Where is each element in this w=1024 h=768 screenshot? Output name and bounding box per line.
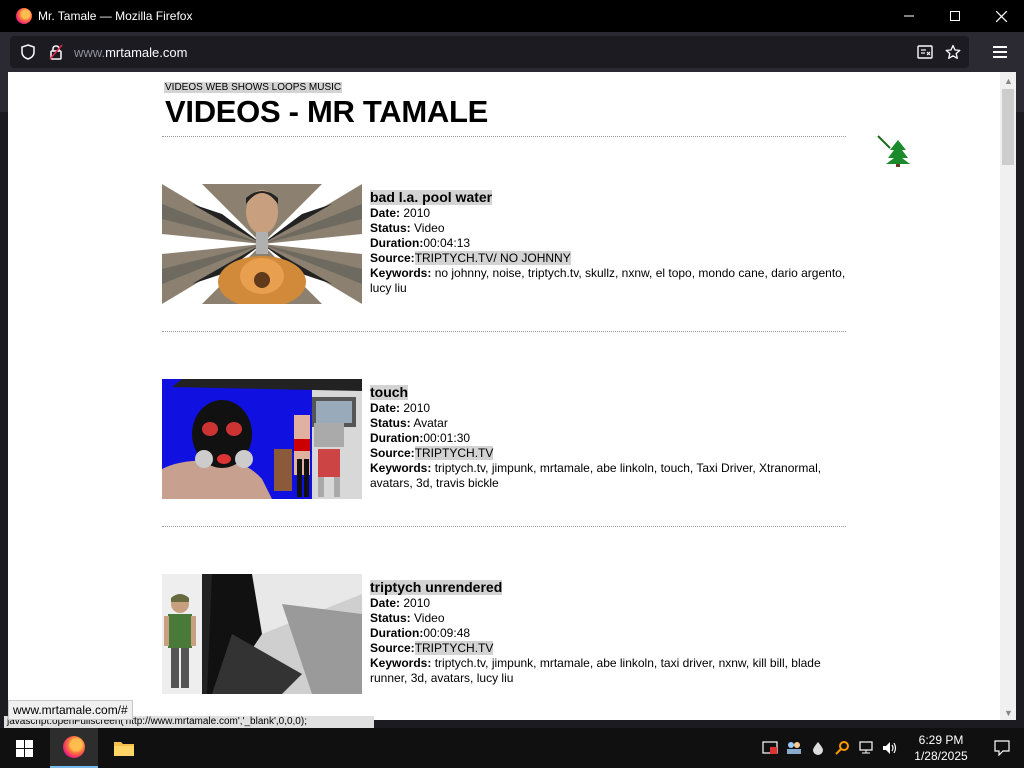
video-title-link[interactable]: touch (370, 385, 409, 400)
tray-app-icon[interactable] (758, 728, 782, 768)
keywords-label: Keywords: (370, 461, 432, 475)
video-thumbnail[interactable] (162, 574, 362, 694)
firefox-icon (63, 736, 85, 758)
url-domain: mrtamale.com (105, 44, 188, 60)
maximize-button[interactable] (932, 0, 978, 32)
firefox-logo-icon (16, 8, 32, 24)
date-value: 2010 (403, 401, 431, 415)
folder-icon (114, 742, 134, 756)
site-top-nav[interactable]: VIDEOS WEB SHOWS LOOPS MUSIC (164, 82, 343, 93)
duration-value: 00:04:13 (423, 236, 471, 250)
system-tray: 6:29 PM 1/28/2025 (758, 728, 1024, 768)
source-label: Source: (370, 641, 415, 655)
date-value: 2010 (403, 596, 431, 610)
scroll-up-icon[interactable]: ▲ (1004, 76, 1013, 86)
keywords-label: Keywords: (370, 266, 432, 280)
video-entry: triptych unrendered Date: 2010 Status: V… (162, 574, 848, 694)
video-entry: bad l.a. pool water Date: 2010 Status: V… (162, 184, 848, 304)
notification-icon (994, 740, 1010, 756)
status-value: Video (414, 221, 445, 235)
bookmark-star-icon[interactable] (945, 44, 961, 60)
video-title-link[interactable]: triptych unrendered (370, 580, 503, 595)
scroll-down-icon[interactable]: ▼ (1004, 708, 1013, 718)
network-icon[interactable] (854, 728, 878, 768)
video-meta: touch Date: 2010 Status: Avatar Duration… (370, 385, 850, 491)
scrollbar-thumb[interactable] (1002, 89, 1014, 165)
video-thumbnail[interactable] (162, 184, 362, 304)
tracking-protection-shield-icon[interactable] (20, 44, 36, 60)
duration-value: 00:01:30 (423, 431, 471, 445)
date-label: Date: (370, 206, 401, 220)
video-thumbnail[interactable] (162, 379, 362, 499)
status-value: Video (414, 611, 445, 625)
link-status-bar: www.mrtamale.com/# (8, 700, 133, 720)
divider (162, 526, 846, 527)
source-label: Source: (370, 446, 415, 460)
app-menu-button[interactable] (992, 44, 1008, 60)
address-bar[interactable]: www.mrtamale.com (10, 36, 969, 68)
window-title: Mr. Tamale — Mozilla Firefox (38, 9, 193, 23)
windows-taskbar: 6:29 PM 1/28/2025 (0, 728, 1024, 768)
maximize-icon (950, 11, 960, 21)
christmas-tree-icon (876, 134, 912, 168)
page-viewport: VIDEOS WEB SHOWS LOOPS MUSIC VIDEOS - MR… (8, 72, 1016, 720)
video-title-link[interactable]: bad l.a. pool water (370, 190, 493, 205)
window-frame-left (0, 72, 8, 112)
divider (162, 136, 846, 137)
duration-value: 00:09:48 (423, 626, 471, 640)
window-frame-right (1016, 72, 1024, 112)
url-prefix: www. (74, 44, 106, 60)
duration-label: Duration: (370, 626, 424, 640)
source-link[interactable]: TRIPTYCH.TV (414, 641, 494, 655)
hamburger-icon-line (993, 56, 1007, 58)
start-button[interactable] (0, 728, 48, 768)
hamburger-icon-line (993, 51, 1007, 53)
clock-time: 6:29 PM (918, 733, 964, 747)
video-meta: triptych unrendered Date: 2010 Status: V… (370, 580, 850, 686)
minimize-icon (904, 15, 914, 17)
source-link[interactable]: TRIPTYCH.TV (414, 446, 494, 460)
window-controls (886, 0, 1024, 32)
taskbar-clock[interactable]: 6:29 PM 1/28/2025 (902, 732, 980, 764)
close-button[interactable] (978, 0, 1024, 32)
date-label: Date: (370, 596, 401, 610)
close-icon (995, 10, 1007, 22)
minimize-button[interactable] (886, 0, 932, 32)
duration-label: Duration: (370, 431, 424, 445)
date-value: 2010 (403, 206, 431, 220)
status-label: Status: (370, 611, 411, 625)
video-entry: touch Date: 2010 Status: Avatar Duration… (162, 379, 848, 499)
taskbar-firefox[interactable] (50, 728, 98, 768)
source-link[interactable]: TRIPTYCH.TV/ NO JOHNNY (414, 251, 571, 265)
url-text[interactable]: www.mrtamale.com (74, 45, 187, 60)
vertical-scrollbar[interactable]: ▲ ▼ (1000, 72, 1016, 720)
duration-label: Duration: (370, 236, 424, 250)
window-titlebar: Mr. Tamale — Mozilla Firefox (0, 0, 1024, 32)
status-value: Avatar (413, 416, 448, 430)
hamburger-icon (993, 46, 1007, 48)
windows-logo-icon (15, 739, 33, 757)
navigation-toolbar: www.mrtamale.com (0, 32, 1024, 72)
divider (162, 331, 846, 332)
keywords-value: triptych.tv, jimpunk, mrtamale, abe link… (370, 461, 822, 490)
source-label: Source: (370, 251, 415, 265)
taskbar-file-explorer[interactable] (100, 728, 148, 768)
status-label: Status: (370, 221, 411, 235)
page-title: VIDEOS - MR TAMALE (165, 94, 488, 129)
reader-view-icon[interactable] (917, 44, 933, 60)
keywords-label: Keywords: (370, 656, 432, 670)
water-drop-icon[interactable] (806, 728, 830, 768)
clock-date: 1/28/2025 (914, 749, 968, 763)
date-label: Date: (370, 401, 401, 415)
video-meta: bad l.a. pool water Date: 2010 Status: V… (370, 190, 850, 296)
keywords-value: triptych.tv, jimpunk, mrtamale, abe link… (370, 656, 821, 685)
search-key-icon[interactable] (830, 728, 854, 768)
connection-not-secure-icon[interactable] (48, 44, 64, 60)
action-center-button[interactable] (980, 728, 1024, 768)
address-bar-actions (917, 36, 961, 68)
volume-icon[interactable] (878, 728, 902, 768)
people-icon[interactable] (782, 728, 806, 768)
status-label: Status: (370, 416, 411, 430)
keywords-value: no johnny, noise, triptych.tv, skullz, n… (370, 266, 846, 295)
